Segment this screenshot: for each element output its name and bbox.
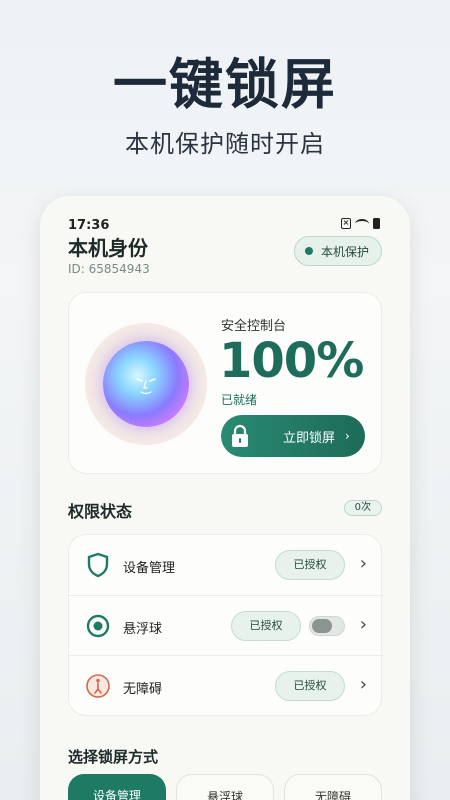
lock-now-label: 立即锁屏 xyxy=(283,430,336,446)
ready-status: 已就绪 xyxy=(221,393,258,407)
device-protect-label: 本机保护 xyxy=(320,244,369,259)
device-protect-button[interactable]: 本机保护 xyxy=(293,236,382,266)
status-icons: × xyxy=(341,218,380,229)
chevron-right-icon: › xyxy=(359,553,367,574)
battery-icon xyxy=(373,218,380,229)
tab-accessibility[interactable]: 无障碍 xyxy=(284,774,382,800)
orb-icon xyxy=(103,341,189,427)
face-icon xyxy=(136,378,156,395)
lock-now-button[interactable]: 立即锁屏 › xyxy=(221,415,365,457)
permission-label: 无障碍 xyxy=(123,682,163,697)
status-time: 17:36 xyxy=(68,218,110,233)
tab-device-admin[interactable]: 设备管理 xyxy=(68,774,166,800)
identity-title: 本机身份 xyxy=(68,236,148,260)
authorized-button[interactable]: 已授权 xyxy=(231,611,301,641)
chevron-right-icon: › xyxy=(359,674,367,695)
authorized-button[interactable]: 已授权 xyxy=(275,671,345,701)
security-console-card: 安全控制台 100% 已就绪 立即锁屏 › xyxy=(68,292,382,474)
permission-row-accessibility[interactable]: 无障碍 已授权 › xyxy=(69,655,383,715)
notification-x-icon: × xyxy=(341,218,351,229)
permission-row-floating-ball[interactable]: 悬浮球 已授权 › xyxy=(69,595,383,655)
permission-label: 设备管理 xyxy=(123,561,176,576)
floating-ball-icon xyxy=(86,614,110,638)
promo-headline: 一键锁屏 xyxy=(113,53,337,116)
promo-subline: 本机保护随时开启 xyxy=(125,130,325,158)
phone-screen: 17:36 × 本机身份 ID: 65854943 本机保护 安全控制台 100… xyxy=(40,196,410,800)
permission-list: 设备管理 已授权 › 悬浮球 已授权 › 无障碍 已授权 › xyxy=(68,534,383,716)
status-dot-icon xyxy=(304,247,313,255)
shield-icon xyxy=(87,552,109,578)
console-label: 安全控制台 xyxy=(221,319,287,334)
permission-label: 悬浮球 xyxy=(123,622,163,637)
floating-ball-toggle[interactable] xyxy=(309,616,345,636)
permission-status-title: 权限状态 xyxy=(68,502,133,521)
authorized-button[interactable]: 已授权 xyxy=(275,550,345,580)
permission-row-device-admin[interactable]: 设备管理 已授权 › xyxy=(69,535,383,595)
lock-icon xyxy=(232,424,248,447)
toggle-knob xyxy=(312,619,332,633)
lock-mode-title: 选择锁屏方式 xyxy=(68,748,159,766)
accessibility-icon xyxy=(86,674,110,698)
count-badge: 0次 xyxy=(343,500,382,516)
chevron-right-icon: › xyxy=(345,429,350,443)
ready-percent: 100% xyxy=(219,333,364,389)
tab-floating-ball[interactable]: 悬浮球 xyxy=(176,774,274,800)
chevron-right-icon: › xyxy=(359,614,367,635)
wifi-icon xyxy=(355,218,369,229)
orb-avatar xyxy=(85,323,207,445)
identity-id: ID: 65854943 xyxy=(68,262,150,276)
